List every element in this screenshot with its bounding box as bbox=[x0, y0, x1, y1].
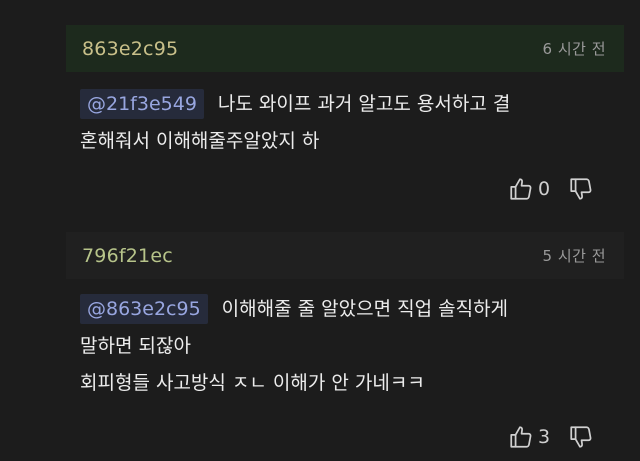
comment-actions: 0 bbox=[508, 176, 594, 202]
comment-text: @21f3e549 나도 와이프 과거 알고도 용서하고 결 혼해줘서 이해해줄주… bbox=[80, 86, 615, 160]
comment-line: @21f3e549 나도 와이프 과거 알고도 용서하고 결 bbox=[80, 86, 615, 123]
comment-thread: 863e2c95 6 시간 전 @21f3e549 나도 와이프 과거 알고도 용… bbox=[0, 0, 640, 461]
mention-tag[interactable]: @21f3e549 bbox=[80, 89, 204, 119]
comment-line: 혼해줘서 이해해줄주알았지 하 bbox=[80, 130, 320, 152]
mention-tag[interactable]: @863e2c95 bbox=[80, 294, 208, 324]
comment-timestamp: 5 시간 전 bbox=[542, 247, 606, 265]
comment-text: @863e2c95 이해해줄 줄 알았으면 직업 솔직하게 말하면 되잖아 회피형… bbox=[80, 291, 615, 402]
comment-header: 863e2c95 6 시간 전 bbox=[66, 25, 624, 72]
like-button[interactable]: 0 bbox=[508, 176, 550, 202]
comment-username[interactable]: 796f21ec bbox=[82, 245, 173, 267]
comment-timestamp: 6 시간 전 bbox=[542, 40, 606, 58]
comment-line-text: 나도 와이프 과거 알고도 용서하고 결 bbox=[217, 93, 511, 115]
dislike-button[interactable] bbox=[568, 176, 594, 202]
comment-line: 회피형들 사고방식 ㅈㄴ 이해가 안 가네ㅋㅋ bbox=[80, 372, 425, 394]
thumbs-down-icon bbox=[568, 424, 594, 450]
thumbs-up-icon bbox=[508, 424, 534, 450]
comment-line: 말하면 되잖아 bbox=[80, 335, 191, 357]
comment-username[interactable]: 863e2c95 bbox=[82, 38, 178, 60]
thumbs-down-icon bbox=[568, 176, 594, 202]
dislike-button[interactable] bbox=[568, 424, 594, 450]
comment-header: 796f21ec 5 시간 전 bbox=[66, 232, 624, 279]
like-count: 3 bbox=[538, 426, 551, 448]
comment-line-text: 이해해줄 줄 알았으면 직업 솔직하게 bbox=[221, 298, 509, 320]
comment-actions: 3 bbox=[508, 424, 594, 450]
like-button[interactable]: 3 bbox=[508, 424, 550, 450]
thumbs-up-icon bbox=[508, 176, 534, 202]
comment-line: @863e2c95 이해해줄 줄 알았으면 직업 솔직하게 bbox=[80, 291, 615, 328]
like-count: 0 bbox=[538, 178, 551, 200]
